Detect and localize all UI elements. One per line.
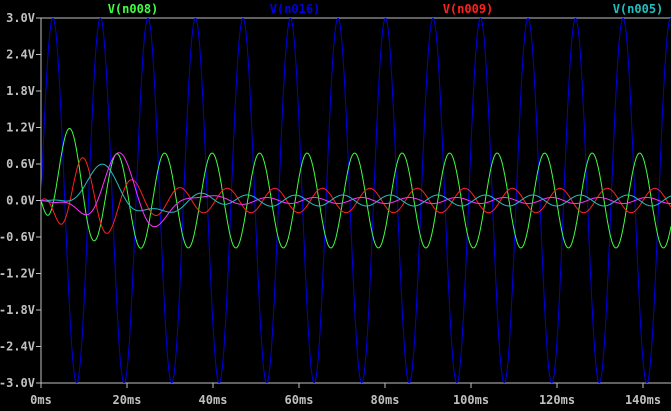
x-tick-label: 100ms	[453, 393, 489, 407]
y-tick-label: -1.2V	[0, 266, 35, 280]
y-tick-label: 3.0V	[6, 11, 35, 25]
y-tick-label: 1.8V	[6, 84, 35, 98]
x-tick-label: 40ms	[199, 393, 228, 407]
y-tick-label: -3.0V	[0, 376, 35, 390]
y-tick-label: 0.0V	[6, 194, 35, 208]
x-tick-label: 120ms	[539, 393, 575, 407]
y-tick-label: -0.6V	[0, 230, 35, 244]
y-tick-label: 1.2V	[6, 121, 35, 135]
y-tick-label: 0.6V	[6, 157, 35, 171]
legend-label[interactable]: V(n009)	[443, 2, 494, 16]
x-tick-label: 60ms	[285, 393, 314, 407]
legend-label[interactable]: V(n016)	[270, 2, 321, 16]
x-tick-label: 140ms	[625, 393, 661, 407]
legend-label[interactable]: V(n008)	[108, 2, 159, 16]
legend-label[interactable]: V(n005)	[613, 2, 664, 16]
x-tick-label: 80ms	[371, 393, 400, 407]
y-tick-label: -1.8V	[0, 303, 35, 317]
x-tick-label: 0ms	[30, 393, 52, 407]
x-tick-label: 20ms	[113, 393, 142, 407]
waveform-plot: 3.0V 2.4V 1.8V 1.2V 0.6V 0.0V -0.6V -1.2V -1.8V -…	[0, 0, 671, 411]
y-tick-label: 2.4V	[6, 48, 35, 62]
y-tick-label: -2.4V	[0, 339, 35, 353]
